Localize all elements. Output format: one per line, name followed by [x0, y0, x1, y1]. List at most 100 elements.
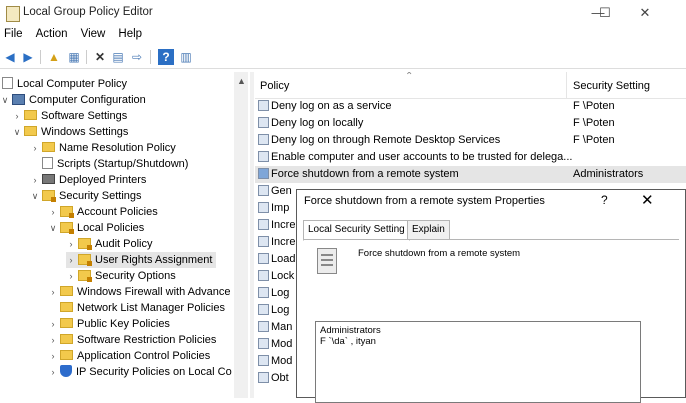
list-row[interactable]: Deny log on through Remote Desktop Servi…: [255, 132, 686, 149]
tree-item-software-settings[interactable]: › Software Settings: [12, 108, 128, 124]
scroll-up-icon[interactable]: ▲: [237, 76, 246, 86]
menu-bar: File Action View Help: [0, 27, 686, 45]
list-row[interactable]: Deny log on locally F \Poten: [255, 115, 686, 132]
title-bar: Local Group Policy Editor — ☐ ✕: [0, 0, 686, 26]
chevron-down-icon[interactable]: ∨: [30, 188, 40, 204]
chevron-down-icon[interactable]: ∨: [48, 220, 58, 236]
policy-icon: [258, 303, 269, 315]
folder-icon: [42, 142, 55, 153]
chevron-right-icon[interactable]: ›: [12, 108, 22, 124]
tab-explain[interactable]: Explain: [407, 220, 450, 240]
computer-icon: [12, 93, 25, 105]
up-folder-icon[interactable]: ▲: [46, 49, 62, 65]
delete-icon[interactable]: ✕: [92, 49, 108, 65]
tree-item-ip-security[interactable]: › IP Security Policies on Local Co: [48, 364, 232, 380]
policy-folder-icon: [78, 269, 92, 282]
tree-item-local-computer-policy[interactable]: Local Computer Policy: [0, 76, 127, 92]
tree-item-user-rights-assignment[interactable]: › User Rights Assignment: [66, 252, 216, 268]
policy-document-icon: [317, 248, 337, 274]
show-tree-icon[interactable]: ▦: [66, 49, 82, 65]
tree-item-security-settings[interactable]: ∨ Security Settings: [30, 188, 142, 204]
back-icon[interactable]: ◀: [2, 49, 18, 65]
close-button[interactable]: ✕: [630, 2, 660, 24]
chevron-right-icon[interactable]: ›: [66, 268, 76, 284]
tree-item-windows-settings[interactable]: ∨ Windows Settings: [12, 124, 129, 140]
forward-icon[interactable]: ▶: [20, 49, 36, 65]
chevron-right-icon[interactable]: ›: [30, 140, 40, 156]
policy-icon: [258, 99, 269, 111]
tree-item-windows-firewall[interactable]: › Windows Firewall with Advance: [48, 284, 231, 300]
menu-help[interactable]: Help: [114, 27, 148, 40]
folder-icon: [60, 302, 73, 313]
tree-item-network-list-manager[interactable]: Network List Manager Policies: [48, 300, 225, 316]
chevron-right-icon[interactable]: ›: [48, 348, 58, 364]
chevron-right-icon[interactable]: ›: [48, 284, 58, 300]
policy-icon: [258, 371, 269, 383]
properties-dialog: Force shutdown from a remote system Prop…: [296, 189, 686, 403]
policy-icon: [258, 320, 269, 332]
chevron-right-icon[interactable]: ›: [48, 332, 58, 348]
pane-splitter[interactable]: [250, 72, 254, 398]
chevron-down-icon[interactable]: ∨: [12, 124, 22, 140]
tree-item-account-policies[interactable]: › Account Policies: [48, 204, 158, 220]
policy-icon: [258, 167, 269, 179]
help-button[interactable]: ?: [601, 193, 608, 207]
tree-item-deployed-printers[interactable]: › Deployed Printers: [30, 172, 147, 188]
folder-icon: [60, 286, 73, 297]
chevron-right-icon[interactable]: ›: [66, 236, 76, 252]
chevron-right-icon[interactable]: ›: [48, 364, 58, 380]
tree-item-computer-configuration[interactable]: ∨ Computer Configuration: [0, 92, 146, 108]
tree-item-name-resolution-policy[interactable]: › Name Resolution Policy: [30, 140, 176, 156]
policy-icon: [258, 269, 269, 281]
chevron-right-icon[interactable]: ›: [48, 316, 58, 332]
policy-icon: [258, 201, 269, 213]
tree-item-security-options[interactable]: › Security Options: [66, 268, 176, 284]
chevron-right-icon[interactable]: ›: [66, 252, 76, 268]
policy-icon: [258, 116, 269, 128]
tree-item-scripts[interactable]: Scripts (Startup/Shutdown): [30, 156, 188, 172]
menu-view[interactable]: View: [77, 27, 112, 40]
dialog-title: Force shutdown from a remote system Prop…: [304, 195, 545, 207]
policy-icon: [258, 252, 269, 264]
tree-item-software-restriction[interactable]: › Software Restriction Policies: [48, 332, 217, 348]
list-header: ⌃ Policy Security Setting: [255, 72, 686, 99]
policy-icon: [258, 286, 269, 298]
list-row[interactable]: Enable computer and user accounts to be …: [255, 149, 686, 166]
member-item[interactable]: Administrators: [320, 325, 381, 336]
column-policy[interactable]: Policy: [260, 80, 289, 92]
list-row[interactable]: Deny log on as a service F \Poten: [255, 98, 686, 115]
console-tree: Local Computer Policy ∨ Computer Configur…: [0, 72, 248, 398]
chevron-right-icon[interactable]: ›: [48, 204, 58, 220]
toolbar: ◀ ▶ ▲ ▦ ✕ ▤ ⇨ ? ▥: [0, 46, 686, 69]
folder-icon: [60, 318, 73, 329]
tree-item-application-control[interactable]: › Application Control Policies: [48, 348, 211, 364]
maximize-button[interactable]: ☐: [590, 2, 620, 24]
policy-folder-icon: [60, 221, 74, 234]
chevron-down-icon[interactable]: ∨: [0, 92, 10, 108]
help-icon[interactable]: ?: [158, 49, 174, 65]
properties-icon[interactable]: ▤: [110, 49, 126, 65]
folder-icon: [60, 350, 73, 361]
policy-icon: [2, 77, 13, 90]
chevron-right-icon[interactable]: ›: [30, 172, 40, 188]
list-row-selected[interactable]: Force shutdown from a remote system Admin…: [255, 166, 686, 183]
column-security-setting[interactable]: Security Setting: [573, 80, 650, 92]
members-listbox[interactable]: Administrators F `\da` , ityan: [315, 321, 641, 403]
menu-file[interactable]: File: [0, 27, 29, 40]
tree-item-public-key-policies[interactable]: › Public Key Policies: [48, 316, 170, 332]
dialog-close-button[interactable]: ✕: [641, 191, 654, 209]
policy-folder-icon: [60, 205, 74, 218]
toolbar-divider: [150, 50, 151, 64]
toolbar-divider: [86, 50, 87, 64]
member-item[interactable]: F `\da` , ityan: [320, 336, 376, 347]
menu-action[interactable]: Action: [32, 27, 74, 40]
toolbar-divider: [40, 50, 41, 64]
tree-item-audit-policy[interactable]: › Audit Policy: [66, 236, 152, 252]
tab-local-security-setting[interactable]: Local Security Setting: [303, 220, 410, 241]
filter-icon[interactable]: ▥: [178, 49, 194, 65]
app-icon: [6, 6, 20, 22]
shield-icon: [60, 365, 72, 378]
tree-item-local-policies[interactable]: ∨ Local Policies: [48, 220, 144, 236]
export-icon[interactable]: ⇨: [129, 49, 145, 65]
tree-scrollbar[interactable]: ▲: [234, 72, 248, 398]
